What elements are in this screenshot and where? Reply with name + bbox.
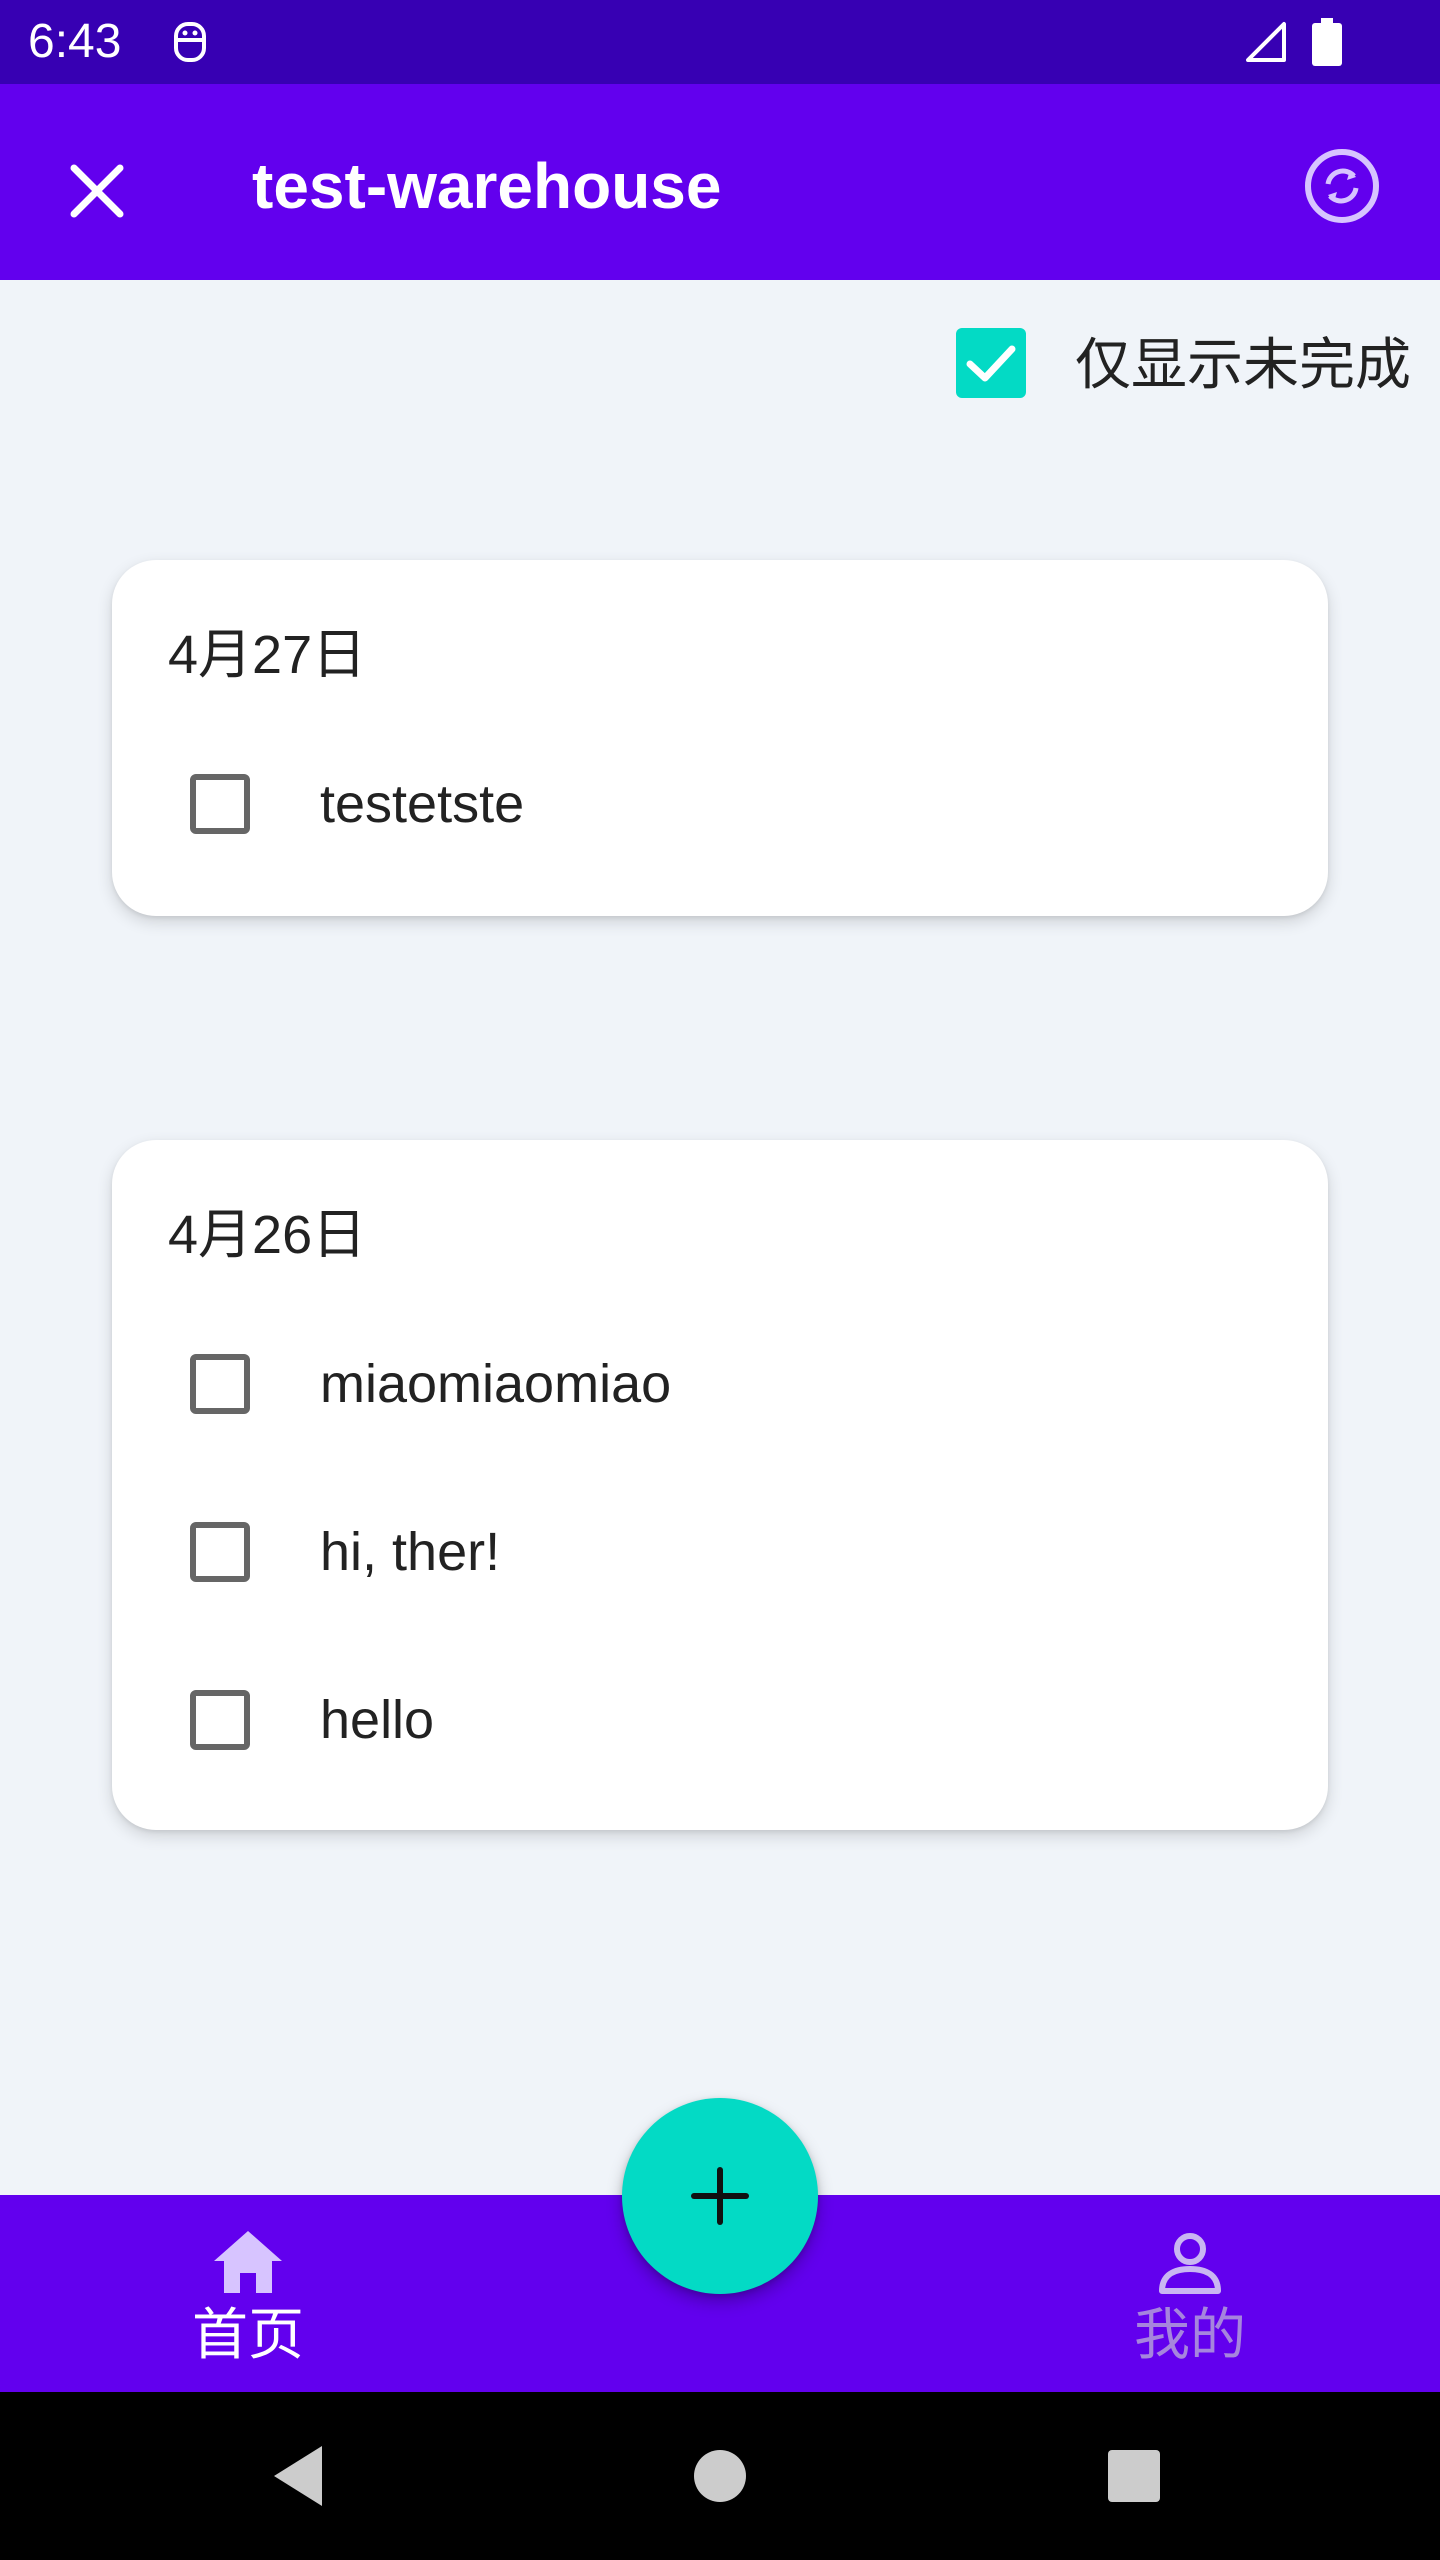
home-icon — [214, 2231, 282, 2293]
page-title: test-warehouse — [252, 150, 722, 222]
todo-text: hi, ther! — [320, 1522, 501, 1582]
group-date: 4月27日 — [168, 625, 367, 685]
close-icon — [70, 164, 124, 218]
todo-checkbox[interactable] — [190, 774, 250, 834]
todo-item[interactable]: testetste — [190, 768, 1270, 848]
todo-text: miaomiaomiao — [320, 1354, 672, 1414]
todo-text: hello — [320, 1690, 435, 1750]
status-time: 6:43 — [28, 15, 122, 68]
person-icon — [1159, 2233, 1221, 2294]
sync-button[interactable] — [1300, 144, 1384, 228]
plus-icon — [691, 2167, 749, 2225]
app-bar: test-warehouse — [0, 84, 1440, 280]
todo-item[interactable]: hi, ther! — [190, 1516, 1270, 1596]
system-nav-bar — [0, 2392, 1440, 2560]
battery-icon — [1312, 18, 1342, 66]
date-group-card: 4月27日 testetste — [112, 560, 1328, 916]
back-icon[interactable] — [260, 2436, 340, 2516]
status-bar: 6:43 — [0, 0, 1440, 84]
todo-item[interactable]: miaomiaomiao — [190, 1348, 1270, 1428]
date-group-card: 4月26日 miaomiaomiao hi, ther! hello — [112, 1140, 1328, 1830]
add-todo-button[interactable] — [622, 2098, 818, 2294]
nav-label-mine: 我的 — [1134, 2303, 1246, 2366]
sync-icon — [1305, 149, 1379, 223]
show-incomplete-label: 仅显示未完成 — [1075, 333, 1411, 396]
show-incomplete-checkbox[interactable] — [956, 328, 1026, 398]
nav-label-home: 首页 — [192, 2303, 304, 2366]
nav-item-home[interactable]: 首页 — [98, 2195, 398, 2392]
todo-checkbox[interactable] — [190, 1354, 250, 1414]
close-button[interactable] — [52, 146, 142, 236]
nav-item-mine[interactable]: 我的 — [1040, 2195, 1340, 2392]
group-date: 4月26日 — [168, 1205, 367, 1265]
check-icon — [966, 345, 1016, 382]
todo-text: testetste — [320, 774, 525, 834]
recents-icon[interactable] — [1094, 2436, 1174, 2516]
notification-icon — [174, 22, 206, 62]
todo-checkbox[interactable] — [190, 1690, 250, 1750]
todo-item[interactable]: hello — [190, 1684, 1270, 1764]
todo-checkbox[interactable] — [190, 1522, 250, 1582]
home-circle-icon[interactable] — [680, 2436, 760, 2516]
cell-signal-icon — [1246, 22, 1286, 62]
